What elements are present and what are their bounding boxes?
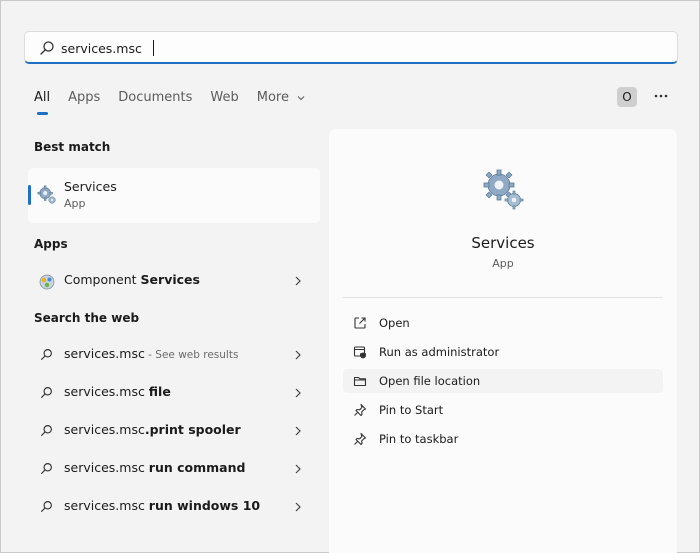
pin-icon bbox=[354, 403, 367, 417]
best-match-heading: Best match bbox=[34, 140, 111, 154]
web-result-text: services.msc bbox=[64, 460, 149, 475]
pin-icon bbox=[354, 432, 367, 446]
search-icon bbox=[40, 41, 54, 55]
ellipsis-icon[interactable] bbox=[653, 90, 669, 102]
pin-to-taskbar-action[interactable]: Pin to taskbar bbox=[343, 427, 663, 451]
web-result-hint: - See web results bbox=[144, 349, 239, 361]
best-match-subtitle: App bbox=[64, 197, 86, 210]
chevron-right-icon bbox=[295, 426, 301, 436]
chevron-right-icon bbox=[295, 276, 301, 286]
app-item-label: Component Services bbox=[64, 272, 200, 287]
web-result-text: services.msc bbox=[64, 384, 149, 399]
tab-apps[interactable]: Apps bbox=[68, 89, 100, 115]
apps-heading: Apps bbox=[34, 237, 68, 251]
tab-more[interactable]: More bbox=[257, 89, 306, 115]
web-result-item[interactable]: services.msc.print spooler bbox=[28, 416, 320, 446]
web-result-bold: run windows 10 bbox=[148, 498, 261, 513]
search-web-heading: Search the web bbox=[34, 311, 140, 325]
chevron-down-icon bbox=[297, 95, 305, 100]
run-as-admin-action[interactable]: Run as administrator bbox=[343, 340, 663, 364]
filter-tabs: All Apps Documents Web More bbox=[34, 89, 324, 115]
chevron-right-icon bbox=[295, 464, 301, 474]
avatar[interactable]: O bbox=[617, 87, 637, 107]
app-item-component-services[interactable]: Component Services bbox=[28, 266, 320, 296]
search-input[interactable] bbox=[61, 38, 621, 58]
action-label: Pin to Start bbox=[379, 403, 444, 417]
action-label: Run as administrator bbox=[379, 345, 500, 359]
web-result-text: services.msc bbox=[64, 422, 145, 437]
open-file-location-action[interactable]: Open file location bbox=[343, 369, 663, 393]
tab-all-label: All bbox=[34, 90, 51, 105]
chevron-right-icon bbox=[295, 502, 301, 512]
tab-web-label: Web bbox=[210, 90, 239, 105]
tab-web[interactable]: Web bbox=[210, 89, 238, 115]
web-result-item[interactable]: services.msc run windows 10 bbox=[28, 492, 320, 522]
tab-apps-label: Apps bbox=[68, 90, 101, 105]
web-result-label: services.msc file bbox=[64, 384, 171, 399]
preview-panel: Services App Open Run as administrator O… bbox=[329, 129, 677, 553]
open-external-icon bbox=[354, 317, 366, 329]
web-result-bold: file bbox=[148, 384, 171, 399]
search-window: All Apps Documents Web More O Best match bbox=[0, 0, 700, 553]
preview-subtitle: App bbox=[492, 257, 514, 270]
web-result-bold: run command bbox=[148, 460, 246, 475]
search-icon bbox=[41, 501, 52, 512]
web-result-item[interactable]: services.msc - See web results bbox=[28, 340, 320, 370]
web-result-bold: .print spooler bbox=[144, 422, 241, 437]
component-services-icon bbox=[39, 274, 55, 290]
action-label: Open bbox=[379, 316, 410, 330]
tab-documents-label: Documents bbox=[118, 90, 193, 105]
chevron-right-icon bbox=[295, 350, 301, 360]
folder-icon bbox=[353, 376, 367, 387]
tab-more-label: More bbox=[256, 90, 289, 105]
divider bbox=[343, 297, 663, 298]
gears-icon bbox=[37, 185, 56, 204]
app-item-prefix: Component bbox=[64, 272, 141, 287]
app-item-bold: Services bbox=[140, 272, 200, 287]
shield-admin-icon bbox=[353, 346, 366, 359]
gears-icon bbox=[483, 169, 524, 210]
search-icon bbox=[41, 425, 52, 436]
best-match-item[interactable]: Services App bbox=[28, 168, 320, 223]
search-icon bbox=[41, 349, 52, 360]
web-result-text: services.msc bbox=[64, 346, 145, 361]
web-result-label: services.msc - See web results bbox=[64, 346, 238, 361]
search-icon bbox=[41, 387, 52, 398]
action-label: Pin to taskbar bbox=[379, 432, 459, 446]
text-caret bbox=[153, 40, 154, 56]
open-action[interactable]: Open bbox=[343, 311, 663, 335]
pin-to-start-action[interactable]: Pin to Start bbox=[343, 398, 663, 422]
web-result-label: services.msc run command bbox=[64, 460, 245, 475]
web-result-text: services.msc bbox=[64, 498, 149, 513]
best-match-title: Services bbox=[64, 179, 117, 194]
web-result-item[interactable]: services.msc run command bbox=[28, 454, 320, 484]
search-icon bbox=[41, 463, 52, 474]
tab-documents[interactable]: Documents bbox=[118, 89, 192, 115]
web-result-item[interactable]: services.msc file bbox=[28, 378, 320, 408]
tab-all[interactable]: All bbox=[34, 89, 50, 115]
search-box[interactable] bbox=[24, 31, 678, 64]
web-result-label: services.msc run windows 10 bbox=[64, 498, 260, 513]
selection-indicator bbox=[28, 185, 31, 205]
action-label: Open file location bbox=[379, 374, 481, 388]
chevron-right-icon bbox=[295, 388, 301, 398]
preview-title: Services bbox=[471, 234, 535, 252]
web-result-label: services.msc.print spooler bbox=[64, 422, 241, 437]
